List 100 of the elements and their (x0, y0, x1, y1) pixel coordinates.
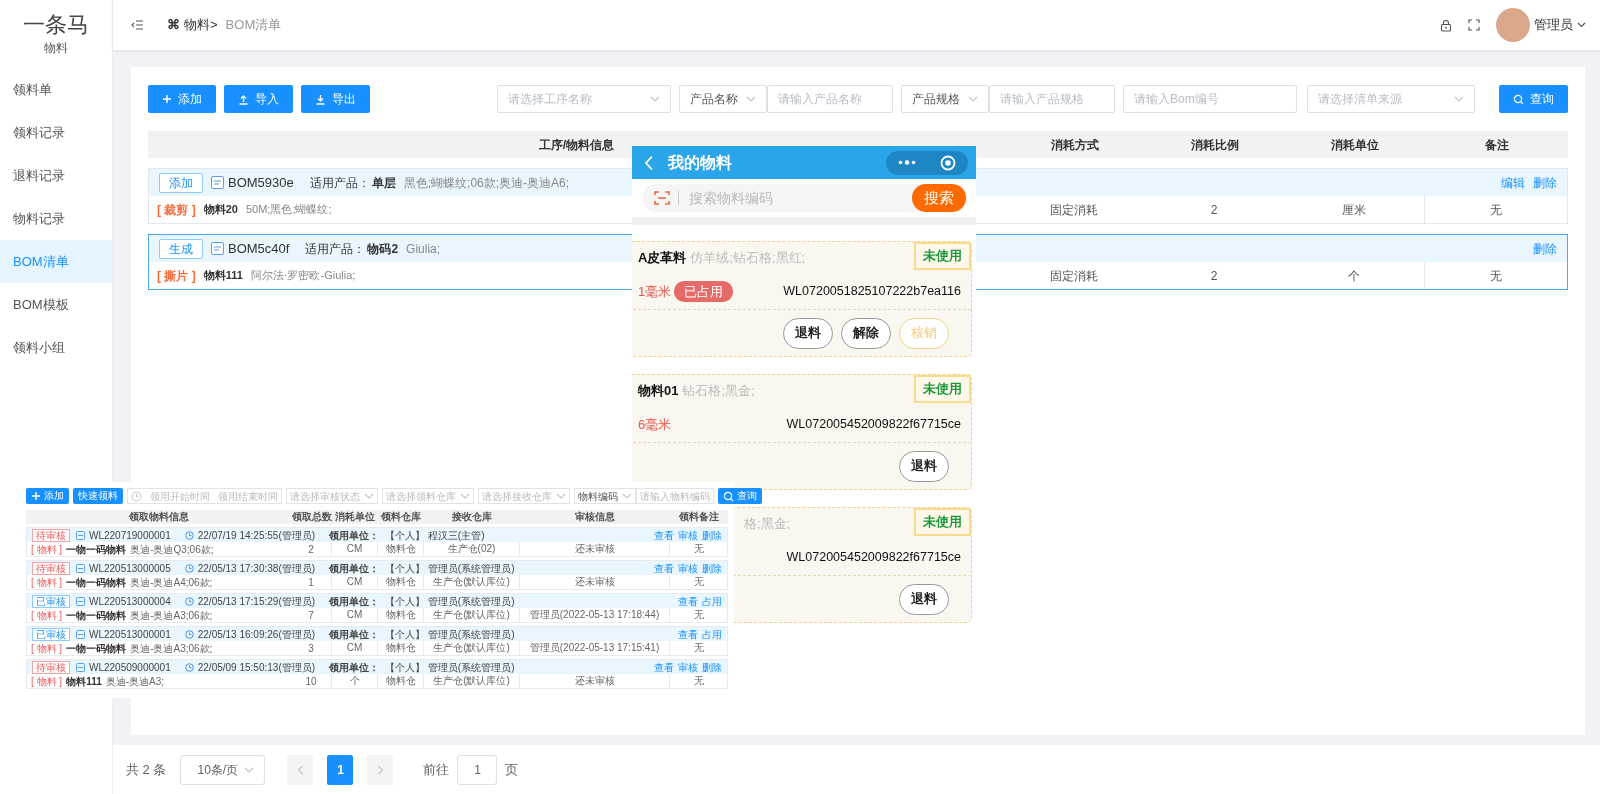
sidebar-item[interactable]: 领料小组 (0, 326, 112, 369)
action-link[interactable]: 删除 (702, 561, 722, 575)
select-field[interactable]: 物料编码 (574, 488, 636, 504)
quick-pick-button[interactable]: 快速领料 (73, 488, 123, 504)
add-button[interactable]: 添加 (26, 488, 69, 504)
table-cell: 物料仓 (377, 608, 423, 622)
chevron-down-icon[interactable] (1577, 22, 1586, 28)
date-range-field[interactable]: 领用开始时间 领用结束时间 (127, 488, 282, 504)
tag-button[interactable]: 生成 (159, 238, 203, 259)
record-time: 22/07/19 14:25:55(管理员) (197, 528, 316, 542)
input-field[interactable]: 请输入Bom编号 (1123, 85, 1297, 113)
table-cell: 无 (669, 641, 727, 655)
clock-icon (184, 563, 194, 573)
record-number: WL220513000005 (89, 561, 171, 575)
import-button[interactable]: 导入 (224, 85, 293, 113)
select-field[interactable]: 产品规格 (901, 85, 989, 113)
material-spec: 格;黑金; (744, 515, 791, 534)
sidebar-item[interactable]: 物料记录 (0, 197, 112, 240)
action-link[interactable]: 删除 (1533, 173, 1557, 192)
select-field[interactable]: 请选择工序名称 (497, 85, 671, 113)
target-icon[interactable] (940, 154, 956, 171)
search-button[interactable]: 查询 (718, 488, 762, 504)
table-cell: 还未审核 (519, 542, 669, 556)
sidebar-item[interactable]: BOM模板 (0, 283, 112, 326)
fullscreen-icon[interactable] (1468, 19, 1480, 31)
page-suffix: 页 (505, 760, 519, 779)
sidebar-item[interactable]: 退料记录 (0, 154, 112, 197)
action-link[interactable]: 查看 (654, 528, 674, 542)
action-link[interactable]: 删除 (1533, 239, 1557, 258)
add-button[interactable]: 添加 (148, 85, 216, 113)
table-cell-text: 10 (304, 674, 318, 688)
page-number[interactable]: 1 (327, 754, 354, 785)
action-link[interactable]: 审核 (678, 660, 698, 674)
table-cell: 物料仓 (377, 542, 423, 556)
material-spec: 奥迪-奥迪A3;06款; (130, 608, 213, 622)
caret-icon (1454, 96, 1464, 102)
material-spec: 钻石格;黑金; (682, 382, 755, 401)
action-link[interactable]: 删除 (702, 528, 722, 542)
table-cell: 管理员(2022-05-13 17:18:44) (519, 608, 669, 622)
card-action-button[interactable]: 解除 (841, 317, 891, 349)
material-name: A皮革料 (638, 249, 687, 268)
material-spec: 奥迪-奥迪A3; (105, 674, 165, 688)
status-tag: 已审核 (32, 627, 70, 641)
page-input[interactable]: 1 (457, 754, 498, 785)
status-tag: 待审核 (32, 561, 70, 575)
action-link[interactable]: 占用 (702, 594, 722, 608)
material-tag: [ 物料 ] (31, 608, 63, 622)
table-cell: 物料仓 (377, 674, 423, 688)
table-cell: CM (331, 575, 377, 589)
back-icon[interactable] (644, 154, 654, 171)
scan-icon[interactable] (654, 191, 670, 205)
search-icon (723, 490, 734, 502)
input-field[interactable]: 请输入产品名称 (767, 85, 893, 113)
breadcrumb-link[interactable]: 物料> (184, 15, 218, 35)
action-link[interactable]: 占用 (702, 627, 722, 641)
action-link[interactable]: 查看 (678, 627, 698, 641)
export-button[interactable]: 导出 (301, 85, 370, 113)
table-cell-text: 3 (307, 641, 315, 655)
card-action-button[interactable]: 退料 (783, 317, 833, 349)
input-field[interactable]: 请输入物料编码 (636, 488, 714, 504)
column-header: 领取总数 (292, 510, 332, 524)
ticket-icon (76, 629, 85, 639)
lock-icon[interactable] (1440, 18, 1452, 32)
goto-label: 前往 (423, 760, 450, 779)
table-cell: CM (331, 542, 377, 556)
unit-label: 领用单位： (329, 627, 380, 641)
clock-icon (184, 596, 194, 606)
sidebar-item[interactable]: BOM清单 (0, 240, 112, 283)
table-cell: CM (331, 608, 377, 622)
unit-label: 领用单位： (329, 561, 380, 575)
search-button[interactable]: 搜索 (912, 184, 966, 212)
record-time: 22/05/13 17:15:29(管理员) (197, 594, 316, 608)
more-icon[interactable] (898, 160, 916, 165)
card-action-button[interactable]: 退料 (899, 450, 949, 482)
ticket-icon (76, 563, 85, 573)
record-time: 22/05/13 17:30:38(管理员) (197, 561, 316, 575)
page-size-select[interactable]: 10条/页 (180, 754, 266, 785)
capsule-menu[interactable] (886, 150, 968, 175)
select-field[interactable]: 产品名称 (679, 85, 767, 113)
caret-icon (460, 493, 470, 499)
input-field[interactable]: 请输入产品规格 (989, 85, 1115, 113)
status-tag: 已审核 (32, 594, 70, 608)
user-avatar[interactable] (1496, 8, 1530, 42)
user-name[interactable]: 管理员 (1534, 15, 1573, 35)
action-link[interactable]: 删除 (702, 660, 722, 674)
action-link[interactable]: 审核 (678, 561, 698, 575)
table-cell: 无 (669, 575, 727, 589)
sidebar-item[interactable]: 领料记录 (0, 111, 112, 154)
search-button[interactable]: 查询 (1499, 85, 1568, 113)
action-link[interactable]: 编辑 (1501, 173, 1525, 192)
action-link[interactable]: 查看 (654, 660, 674, 674)
action-link[interactable]: 查看 (678, 594, 698, 608)
select-field[interactable]: 请选择清单来源 (1307, 85, 1475, 113)
collapse-menu-icon[interactable] (131, 20, 143, 30)
action-link[interactable]: 查看 (654, 561, 674, 575)
card-action-button[interactable]: 退料 (899, 583, 949, 615)
action-link[interactable]: 审核 (678, 528, 698, 542)
sidebar-item[interactable]: 领料单 (0, 68, 112, 111)
tag-button[interactable]: 添加 (159, 172, 203, 193)
unit-name: 【个人】 管理员(系统管理员) (385, 594, 515, 608)
